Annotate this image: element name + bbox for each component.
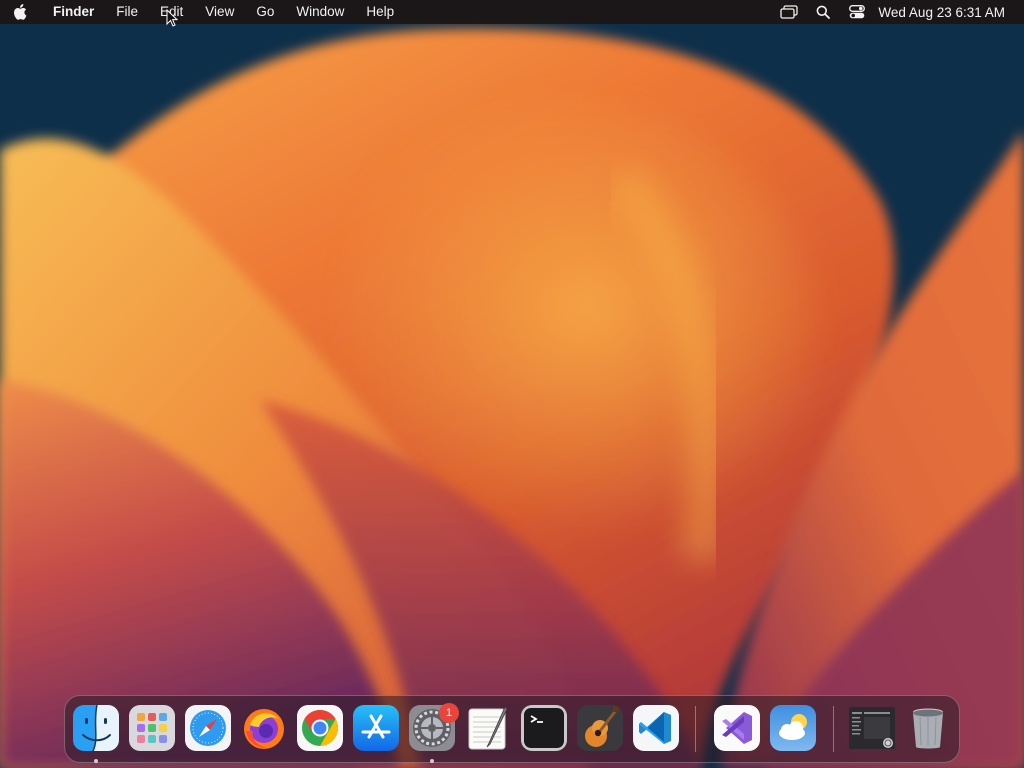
menu-help[interactable]: Help bbox=[355, 0, 405, 24]
menu-bar: Finder File Edit View Go Window Help Wed… bbox=[0, 0, 1024, 24]
launchpad-icon[interactable] bbox=[129, 705, 175, 751]
trash-icon[interactable] bbox=[905, 705, 951, 751]
display-mirroring-icon[interactable] bbox=[772, 0, 806, 24]
dock-separator bbox=[833, 706, 834, 752]
control-center-icon[interactable] bbox=[840, 0, 874, 24]
desktop-wallpaper bbox=[0, 0, 1024, 768]
menu-window[interactable]: Window bbox=[285, 0, 355, 24]
menu-go[interactable]: Go bbox=[245, 0, 285, 24]
terminal-icon[interactable] bbox=[521, 705, 567, 751]
weather-icon[interactable] bbox=[770, 705, 816, 751]
recent-document-icon[interactable] bbox=[849, 705, 895, 751]
safari-icon[interactable] bbox=[185, 705, 231, 751]
textedit-icon[interactable] bbox=[465, 705, 511, 751]
garageband-icon[interactable] bbox=[577, 705, 623, 751]
menu-view[interactable]: View bbox=[194, 0, 245, 24]
vscode-icon[interactable] bbox=[633, 705, 679, 751]
finder-icon[interactable] bbox=[73, 705, 119, 751]
app-store-icon[interactable] bbox=[353, 705, 399, 751]
system-settings-running-indicator bbox=[430, 759, 434, 763]
menu-app-name[interactable]: Finder bbox=[40, 0, 105, 24]
menu-bar-status: Wed Aug 23 6:31 AM bbox=[772, 0, 1024, 24]
system-settings-badge: 1 bbox=[439, 703, 459, 723]
menu-bar-clock[interactable]: Wed Aug 23 6:31 AM bbox=[874, 5, 1024, 20]
menu-bar-left: Finder File Edit View Go Window Help bbox=[0, 0, 405, 24]
finder-running-indicator bbox=[94, 759, 98, 763]
visual-studio-icon[interactable] bbox=[714, 705, 760, 751]
firefox-icon[interactable] bbox=[241, 705, 287, 751]
mouse-pointer-icon bbox=[166, 8, 179, 32]
dock bbox=[64, 695, 960, 763]
chrome-icon[interactable] bbox=[297, 705, 343, 751]
spotlight-icon[interactable] bbox=[806, 0, 840, 24]
menu-file[interactable]: File bbox=[105, 0, 149, 24]
apple-menu-icon[interactable] bbox=[0, 0, 40, 24]
dock-separator bbox=[695, 706, 696, 752]
